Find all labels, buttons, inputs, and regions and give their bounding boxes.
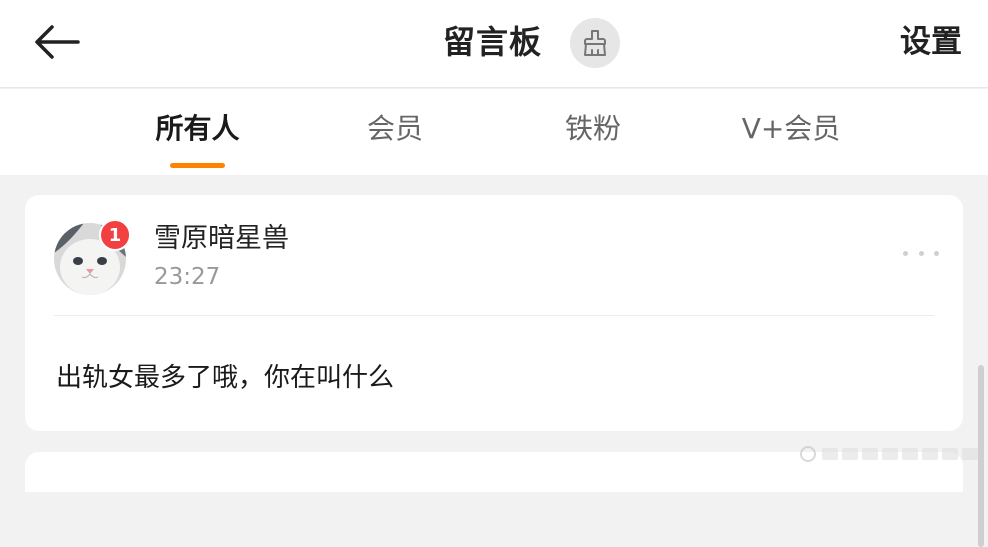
back-button[interactable] xyxy=(30,22,82,62)
message-list[interactable]: 1 雪原暗星兽 23:27 出轨女最多了哦，你在叫什么 xyxy=(0,175,988,547)
top-bar: 留言板 设置 xyxy=(0,0,988,88)
arrow-left-icon xyxy=(35,25,80,59)
clean-button[interactable] xyxy=(570,18,620,68)
more-dots-icon xyxy=(918,250,924,256)
message-card: 1 雪原暗星兽 23:27 出轨女最多了哦，你在叫什么 xyxy=(25,195,963,431)
tab-vplus-members[interactable]: V+会员 xyxy=(738,109,844,149)
watermark xyxy=(800,444,980,464)
tab-members[interactable]: 会员 xyxy=(364,109,426,149)
page-title: 留言板 xyxy=(443,23,543,61)
tab-iron-fans[interactable]: 铁粉 xyxy=(562,109,624,149)
timestamp: 23:27 xyxy=(154,264,221,290)
tab-bar: 所有人 会员 铁粉 V+会员 xyxy=(0,89,988,175)
message-text: 出轨女最多了哦，你在叫什么 xyxy=(56,363,395,393)
more-dots-icon xyxy=(934,250,939,256)
username[interactable]: 雪原暗星兽 xyxy=(154,221,289,257)
more-dots-icon xyxy=(903,250,908,256)
settings-button[interactable]: 设置 xyxy=(900,22,962,62)
active-tab-indicator xyxy=(170,163,225,168)
broom-icon xyxy=(584,30,606,56)
divider xyxy=(54,315,934,316)
notification-badge: 1 xyxy=(99,219,131,251)
tab-all[interactable]: 所有人 xyxy=(150,109,245,149)
more-options-button[interactable] xyxy=(903,241,939,265)
